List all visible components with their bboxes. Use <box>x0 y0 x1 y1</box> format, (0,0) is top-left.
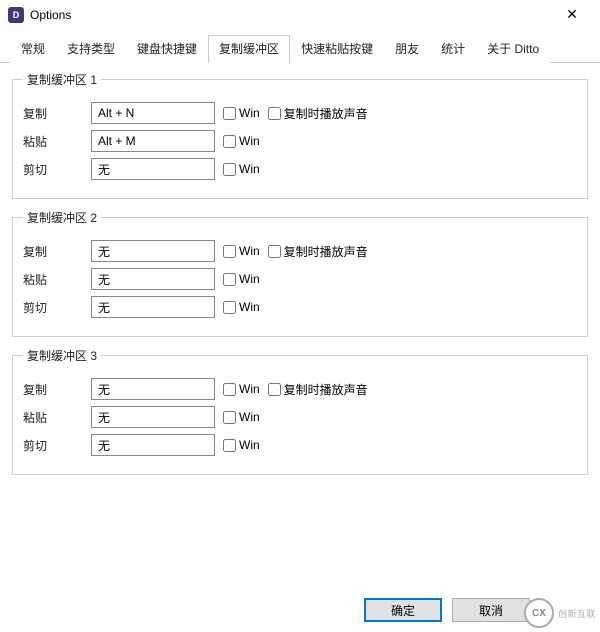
cancel-button[interactable]: 取消 <box>452 598 530 622</box>
win-label: Win <box>239 410 260 424</box>
buffer1-cut-input[interactable] <box>91 158 215 180</box>
play-sound-label: 复制时播放声音 <box>284 381 368 398</box>
dialog-buttons: 确定 取消 <box>364 598 530 622</box>
close-icon: ✕ <box>566 6 578 23</box>
ok-button[interactable]: 确定 <box>364 598 442 622</box>
titlebar: D Options ✕ <box>0 0 600 30</box>
buffer1-copy-win-checkbox[interactable] <box>223 107 236 120</box>
buffer2-copy-row: 复制 Win 复制时播放声音 <box>23 240 577 262</box>
tab-stats[interactable]: 统计 <box>430 35 476 63</box>
buffer3-copy-row: 复制 Win 复制时播放声音 <box>23 378 577 400</box>
buffer-group-1: 复制缓冲区 1 复制 Win 复制时播放声音 粘贴 Win 剪切 <box>12 71 588 199</box>
buffer3-play-sound-checkbox[interactable] <box>268 383 281 396</box>
buffer2-cut-win-checkbox[interactable] <box>223 301 236 314</box>
buffer-group-2: 复制缓冲区 2 复制 Win 复制时播放声音 粘贴 Win 剪切 <box>12 209 588 337</box>
buffer3-cut-win-checkbox[interactable] <box>223 439 236 452</box>
buffer3-copy-input[interactable] <box>91 378 215 400</box>
win-label: Win <box>239 106 260 120</box>
buffer2-play-sound-checkbox[interactable] <box>268 245 281 258</box>
buffer2-cut-row: 剪切 Win <box>23 296 577 318</box>
paste-label: 粘贴 <box>23 271 83 288</box>
play-sound-label: 复制时播放声音 <box>284 243 368 260</box>
window-title: Options <box>30 8 552 22</box>
buffer1-copy-win[interactable]: Win <box>223 106 260 120</box>
tab-bar: 常规 支持类型 键盘快捷键 复制缓冲区 快速粘贴按键 朋友 统计 关于 Ditt… <box>0 30 600 63</box>
buffer2-paste-win-checkbox[interactable] <box>223 273 236 286</box>
paste-label: 粘贴 <box>23 133 83 150</box>
buffer1-copy-row: 复制 Win 复制时播放声音 <box>23 102 577 124</box>
buffer3-cut-row: 剪切 Win <box>23 434 577 456</box>
win-label: Win <box>239 244 260 258</box>
win-label: Win <box>239 382 260 396</box>
buffer3-cut-win[interactable]: Win <box>223 438 260 452</box>
buffer1-cut-win-checkbox[interactable] <box>223 163 236 176</box>
cut-label: 剪切 <box>23 437 83 454</box>
buffer2-copy-win-checkbox[interactable] <box>223 245 236 258</box>
buffer3-paste-row: 粘贴 Win <box>23 406 577 428</box>
buffer-group-1-legend: 复制缓冲区 1 <box>23 71 101 88</box>
win-label: Win <box>239 300 260 314</box>
buffer1-paste-win[interactable]: Win <box>223 134 260 148</box>
copy-label: 复制 <box>23 381 83 398</box>
buffer-group-2-legend: 复制缓冲区 2 <box>23 209 101 226</box>
buffer3-paste-input[interactable] <box>91 406 215 428</box>
buffer1-cut-win[interactable]: Win <box>223 162 260 176</box>
buffer3-play-sound[interactable]: 复制时播放声音 <box>268 381 368 398</box>
app-icon: D <box>8 7 24 23</box>
win-label: Win <box>239 134 260 148</box>
buffer1-play-sound-checkbox[interactable] <box>268 107 281 120</box>
win-label: Win <box>239 162 260 176</box>
close-button[interactable]: ✕ <box>552 1 592 29</box>
cut-label: 剪切 <box>23 161 83 178</box>
buffer1-play-sound[interactable]: 复制时播放声音 <box>268 105 368 122</box>
watermark-icon: CX <box>524 598 554 628</box>
buffer2-cut-input[interactable] <box>91 296 215 318</box>
buffer-group-3-legend: 复制缓冲区 3 <box>23 347 101 364</box>
buffer1-paste-win-checkbox[interactable] <box>223 135 236 148</box>
buffer1-paste-row: 粘贴 Win <box>23 130 577 152</box>
tab-about[interactable]: 关于 Ditto <box>476 35 550 63</box>
copy-label: 复制 <box>23 105 83 122</box>
tab-supported-types[interactable]: 支持类型 <box>56 35 126 63</box>
buffer3-paste-win[interactable]: Win <box>223 410 260 424</box>
buffer2-copy-input[interactable] <box>91 240 215 262</box>
buffer3-copy-win-checkbox[interactable] <box>223 383 236 396</box>
copy-label: 复制 <box>23 243 83 260</box>
watermark: CX 创新互联 <box>524 598 596 628</box>
buffer2-play-sound[interactable]: 复制时播放声音 <box>268 243 368 260</box>
cut-label: 剪切 <box>23 299 83 316</box>
buffer3-paste-win-checkbox[interactable] <box>223 411 236 424</box>
tab-general[interactable]: 常规 <box>10 35 56 63</box>
buffer2-paste-row: 粘贴 Win <box>23 268 577 290</box>
buffer1-cut-row: 剪切 Win <box>23 158 577 180</box>
buffer2-cut-win[interactable]: Win <box>223 300 260 314</box>
buffer3-copy-win[interactable]: Win <box>223 382 260 396</box>
tab-content: 复制缓冲区 1 复制 Win 复制时播放声音 粘贴 Win 剪切 <box>0 63 600 493</box>
tab-copy-buffers[interactable]: 复制缓冲区 <box>208 35 290 63</box>
buffer-group-3: 复制缓冲区 3 复制 Win 复制时播放声音 粘贴 Win 剪切 <box>12 347 588 475</box>
buffer1-copy-input[interactable] <box>91 102 215 124</box>
tab-friends[interactable]: 朋友 <box>384 35 430 63</box>
buffer2-paste-input[interactable] <box>91 268 215 290</box>
buffer1-paste-input[interactable] <box>91 130 215 152</box>
play-sound-label: 复制时播放声音 <box>284 105 368 122</box>
buffer3-cut-input[interactable] <box>91 434 215 456</box>
buffer2-paste-win[interactable]: Win <box>223 272 260 286</box>
watermark-text: 创新互联 <box>558 607 596 620</box>
win-label: Win <box>239 272 260 286</box>
win-label: Win <box>239 438 260 452</box>
tab-keyboard-shortcuts[interactable]: 键盘快捷键 <box>126 35 208 63</box>
tab-quick-paste-keys[interactable]: 快速粘贴按键 <box>290 35 384 63</box>
buffer2-copy-win[interactable]: Win <box>223 244 260 258</box>
paste-label: 粘贴 <box>23 409 83 426</box>
